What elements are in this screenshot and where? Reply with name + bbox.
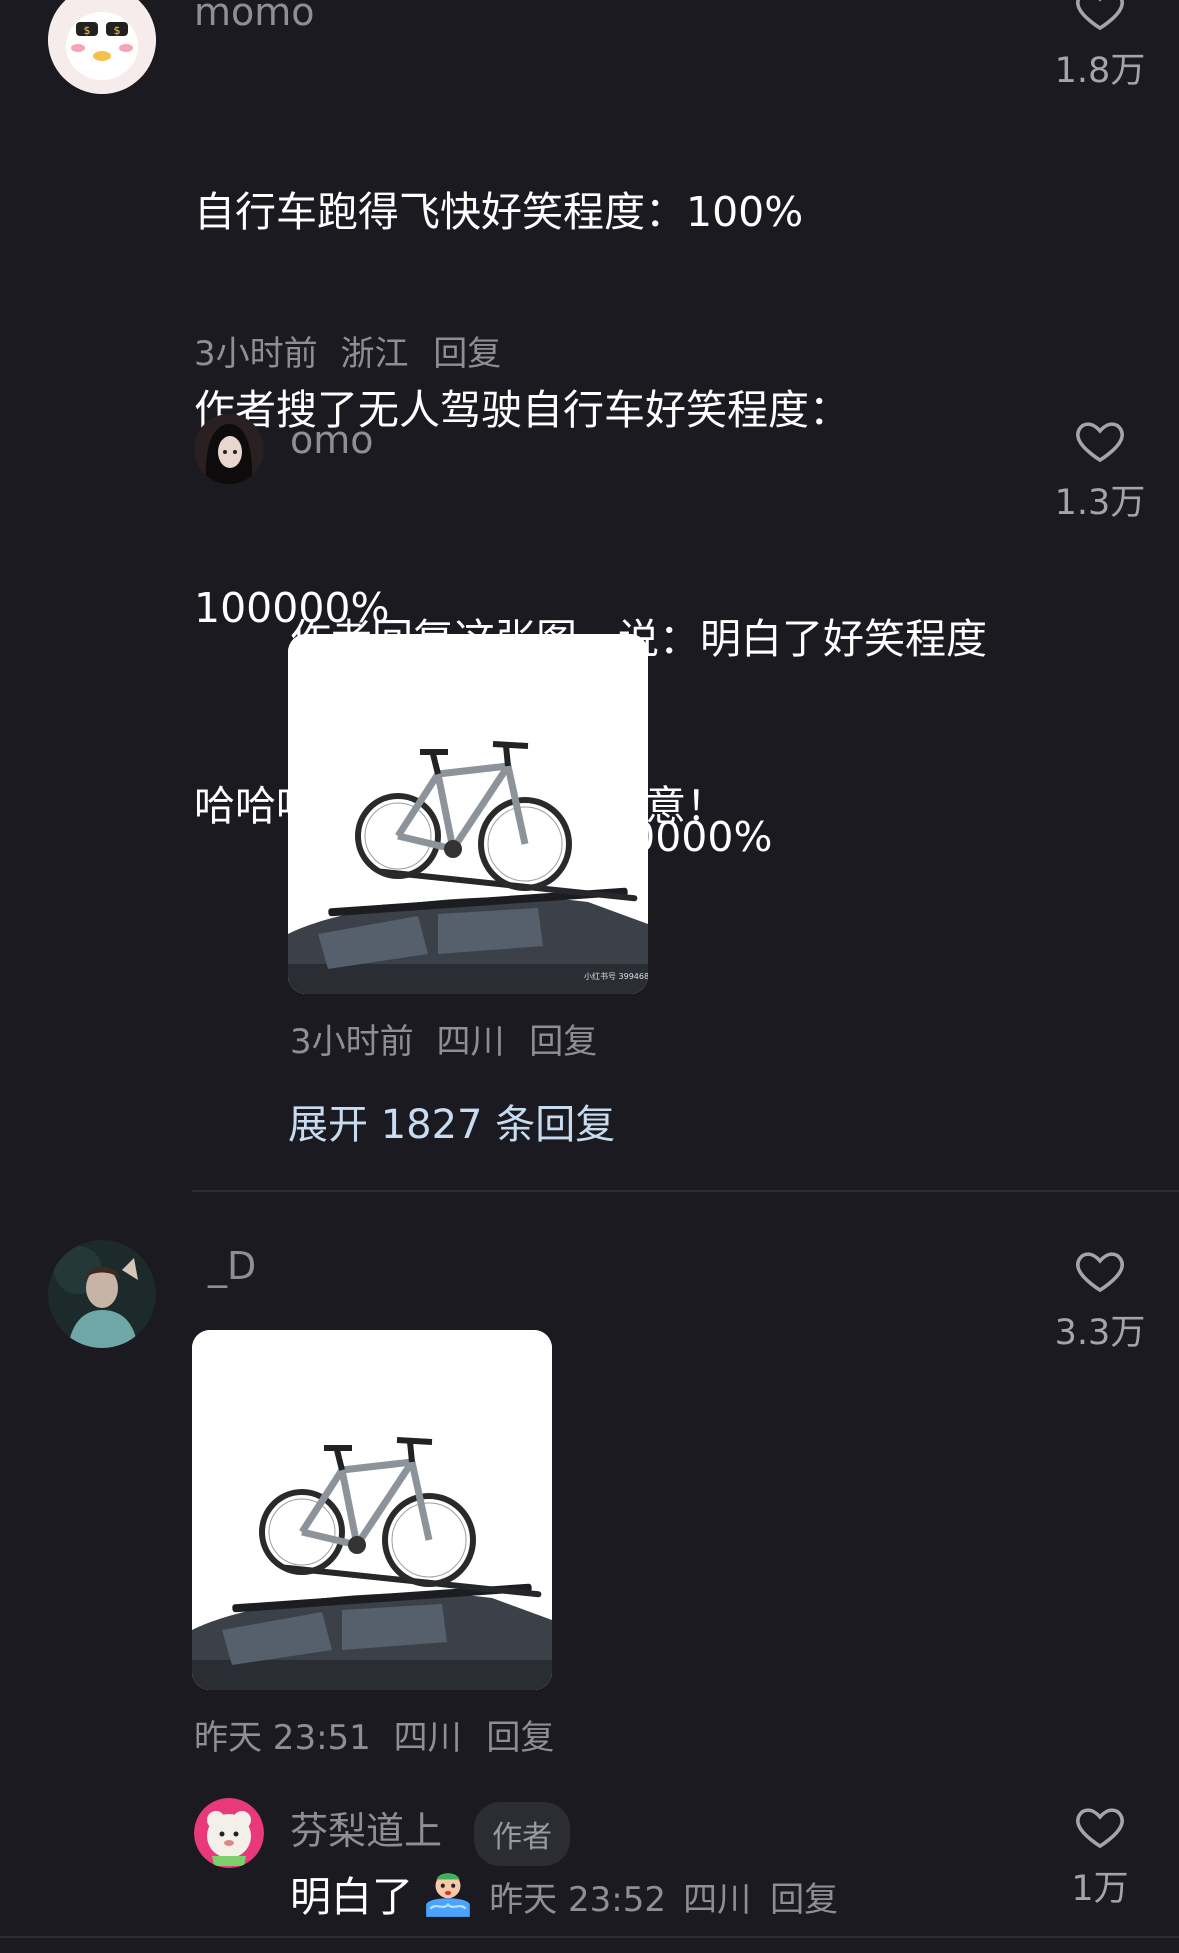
like-count: 1.3万: [1054, 483, 1146, 523]
comment-body: 明白了: [290, 1873, 413, 1921]
comment-username[interactable]: omo: [290, 418, 374, 462]
like-button[interactable]: 1.3万: [1040, 414, 1160, 525]
comment-image-bike[interactable]: 小红书号 399468404: [288, 634, 648, 994]
comment-meta: 3小时前 浙江 回复: [194, 326, 501, 375]
expand-replies-button[interactable]: 展开 1827 条回复: [288, 1092, 615, 1150]
comment-time: 昨天 23:51: [194, 1718, 371, 1758]
comment-location: 四川: [683, 1880, 752, 1920]
reply-button[interactable]: 回复: [529, 1022, 597, 1062]
svg-text:$: $: [114, 24, 121, 37]
heart-icon: [1040, 1800, 1160, 1854]
comment-meta: 3小时前 四川 回复: [290, 1014, 597, 1063]
comment-text: 明白了 昨天 23:52 四川 回复: [290, 1864, 838, 1930]
comment-divider: [192, 1190, 1179, 1192]
like-button[interactable]: 3.3万: [1040, 1244, 1160, 1355]
comment-username[interactable]: _D: [208, 1244, 256, 1288]
comment-time: 昨天 23:52: [489, 1880, 666, 1920]
comment-time: 3小时前: [194, 334, 318, 374]
crying-emoji-icon: [422, 1867, 474, 1923]
like-button[interactable]: 1万: [1040, 1800, 1160, 1911]
comment-location: 四川: [393, 1718, 462, 1758]
like-button[interactable]: 1.8万: [1040, 0, 1160, 93]
like-count: 3.3万: [1054, 1313, 1146, 1353]
comment-image-bike[interactable]: [192, 1330, 552, 1690]
comment-location: 浙江: [340, 334, 409, 374]
comment-location: 四川: [436, 1022, 505, 1062]
avatar-omo[interactable]: [194, 414, 264, 484]
reply-button[interactable]: 回复: [770, 1880, 838, 1920]
heart-icon: [1040, 414, 1160, 468]
bike-on-car-roof-image: 小红书号 399468404: [288, 634, 648, 994]
avatar-momo[interactable]: $ $: [48, 0, 156, 94]
bottom-divider: [0, 1936, 1179, 1938]
avatar-author[interactable]: [194, 1798, 264, 1868]
reply-button[interactable]: 回复: [486, 1718, 554, 1758]
svg-text:$: $: [84, 24, 91, 37]
comment-username: 芬梨道上 作者: [290, 1800, 571, 1866]
comment-username[interactable]: momo: [194, 0, 315, 34]
heart-icon: [1040, 1244, 1160, 1298]
reply-button[interactable]: 回复: [433, 334, 501, 374]
comment-time: 3小时前: [290, 1022, 414, 1062]
avatar-d[interactable]: [48, 1240, 156, 1348]
bike-on-car-roof-image: [192, 1330, 552, 1690]
comment-meta: 昨天 23:51 四川 回复: [194, 1710, 554, 1759]
like-count: 1.8万: [1054, 51, 1146, 91]
comment-line: 自行车跑得飞快好笑程度：100%: [194, 188, 804, 236]
author-badge: 作者: [474, 1801, 571, 1866]
heart-icon: [1040, 0, 1160, 36]
like-count: 1万: [1071, 1869, 1129, 1909]
author-name[interactable]: 芬梨道上: [290, 1809, 442, 1853]
image-watermark: 小红书号 399468404: [584, 971, 648, 981]
